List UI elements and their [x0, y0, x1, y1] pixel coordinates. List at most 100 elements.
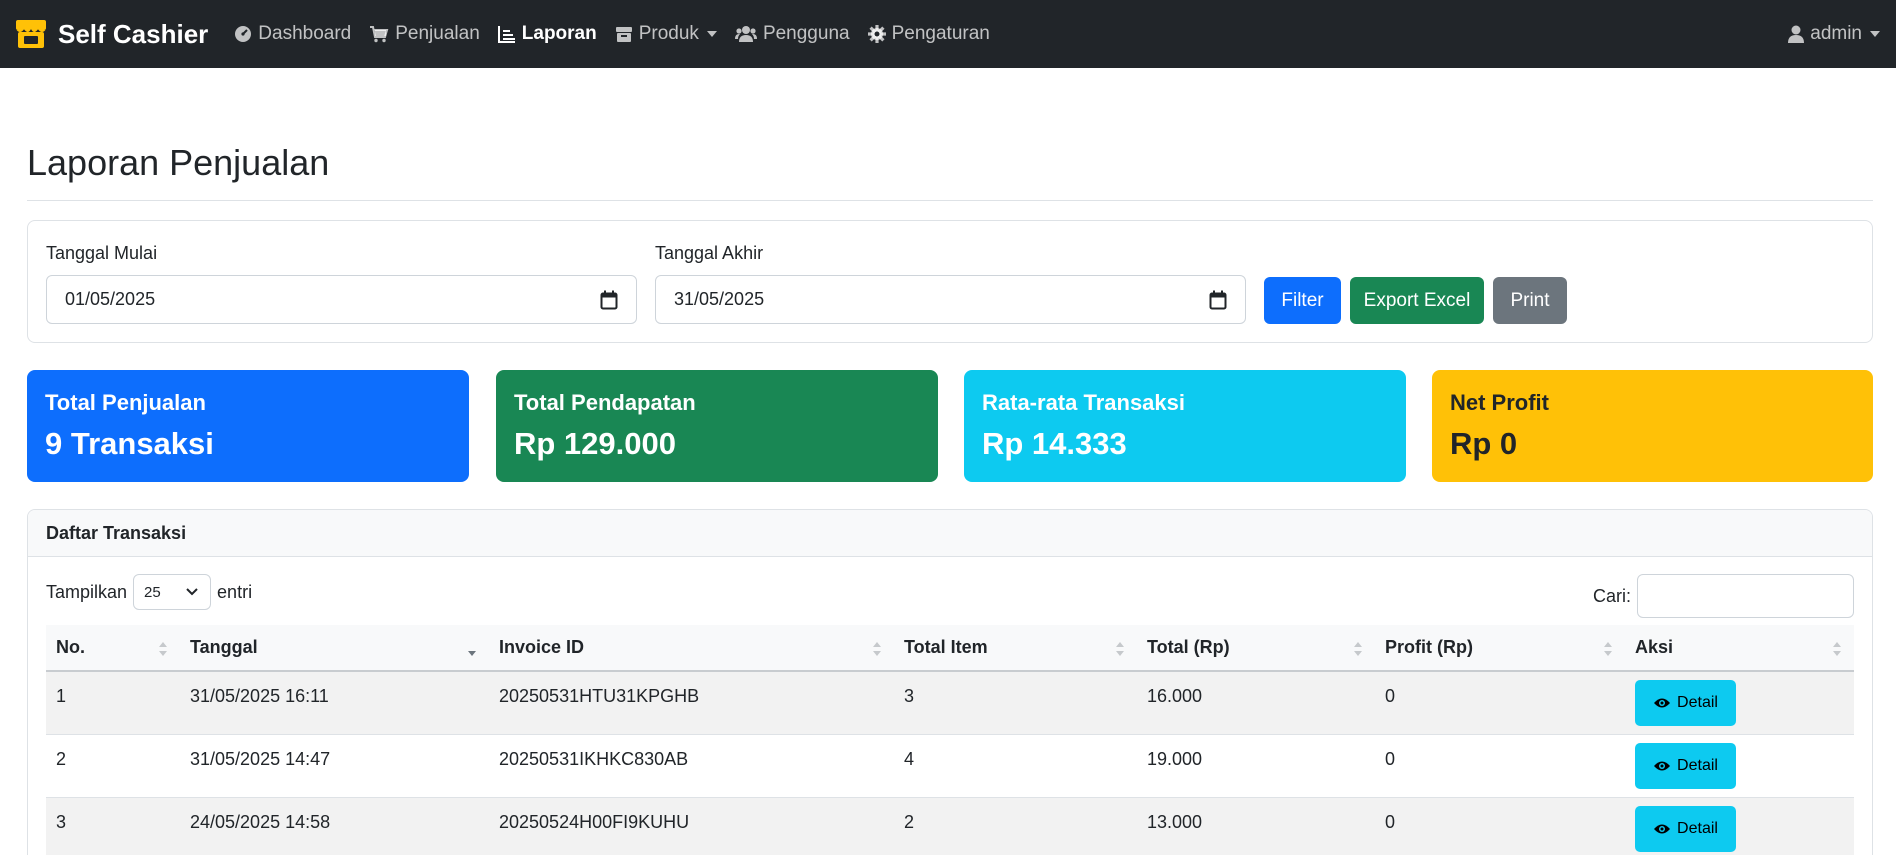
start-date-value: 01/05/2025: [65, 289, 156, 309]
gauge-icon: [235, 26, 252, 42]
table-row: 3 24/05/2025 14:58 20250524H00FI9KUHU 2 …: [46, 797, 1854, 855]
column-label: Profit (Rp): [1385, 637, 1473, 657]
table-header-row: No. Tanggal Invoice ID Total Item Total …: [46, 625, 1854, 671]
gear-icon: [867, 25, 886, 43]
filter-button[interactable]: Filter: [1264, 277, 1341, 324]
cell-invoice: 20250524H00FI9KUHU: [489, 797, 894, 855]
end-date-label: Tanggal Akhir: [655, 243, 764, 263]
cell-total: 19.000: [1137, 734, 1375, 798]
chevron-down-icon: [186, 588, 198, 596]
nav-label: Dashboard: [258, 23, 352, 44]
cell-tanggal: 31/05/2025 16:11: [180, 671, 489, 735]
cell-profit: 0: [1375, 734, 1625, 798]
stat-value: 9 Transaksi: [45, 426, 214, 461]
transactions-card-title: Daftar Transaksi: [28, 510, 1872, 557]
column-header-no[interactable]: No.: [46, 625, 180, 671]
brand[interactable]: Self Cashier: [14, 0, 208, 68]
column-header-total[interactable]: Total (Rp): [1137, 625, 1375, 671]
filter-card: Tanggal Mulai 01/05/2025 Tanggal Akhir 3…: [27, 220, 1873, 343]
detail-button[interactable]: Detail: [1635, 805, 1736, 852]
column-header-profit[interactable]: Profit (Rp): [1375, 625, 1625, 671]
cell-profit: 0: [1375, 797, 1625, 855]
stat-label: Total Penjualan: [45, 390, 206, 415]
start-date-input[interactable]: 01/05/2025: [46, 275, 637, 324]
search-label: Cari:: [1592, 585, 1631, 606]
page-length-value: 25: [144, 583, 161, 601]
cell-no: 1: [46, 671, 180, 735]
cell-tanggal: 24/05/2025 14:58: [180, 797, 489, 855]
detail-button-label: Detail: [1677, 694, 1718, 711]
stat-net-profit: Net Profit Rp 0: [1432, 370, 1873, 482]
nav-item-pengguna[interactable]: Pengguna: [734, 23, 850, 45]
chevron-down-icon: [1870, 31, 1880, 37]
nav-item-produk[interactable]: Produk: [615, 23, 717, 45]
chevron-down-icon: [706, 31, 717, 37]
nav-item-laporan[interactable]: Laporan: [497, 23, 597, 45]
column-label: No.: [56, 637, 85, 657]
cell-total: 16.000: [1137, 671, 1375, 735]
column-header-aksi[interactable]: Aksi: [1625, 625, 1854, 671]
print-button[interactable]: Print: [1493, 277, 1567, 324]
entries-label: entri: [217, 581, 253, 602]
column-header-total-item[interactable]: Total Item: [894, 625, 1137, 671]
eye-icon: [1654, 761, 1671, 770]
detail-button[interactable]: Detail: [1635, 742, 1736, 789]
sort-icon: [1116, 642, 1124, 656]
sort-icon: [873, 642, 881, 656]
nav-label: Penjualan: [395, 23, 480, 44]
nav-item-pengaturan[interactable]: Pengaturan: [867, 23, 990, 45]
cell-aksi: Detail: [1625, 734, 1854, 798]
cell-invoice: 20250531HTU31KPGHB: [489, 671, 894, 735]
end-date-value: 31/05/2025: [674, 289, 765, 309]
column-header-tanggal[interactable]: Tanggal: [180, 625, 489, 671]
transactions-card: Daftar Transaksi Tampilkan 25 entri Cari…: [27, 509, 1873, 855]
stat-label: Net Profit: [1450, 390, 1549, 415]
cell-total: 13.000: [1137, 797, 1375, 855]
sort-icon: [1604, 642, 1612, 656]
cart-icon: [370, 26, 389, 43]
stat-value: Rp 0: [1450, 426, 1518, 461]
table-row: 2 31/05/2025 14:47 20250531IKHKC830AB 4 …: [46, 734, 1854, 798]
cell-tanggal: 31/05/2025 14:47: [180, 734, 489, 798]
top-navbar: Self Cashier Dashboard Penjualan Laporan…: [0, 0, 1896, 68]
show-label: Tampilkan: [46, 581, 128, 602]
stat-rata-rata-transaksi: Rata-rata Transaksi Rp 14.333: [964, 370, 1406, 482]
stat-total-penjualan: Total Penjualan 9 Transaksi: [27, 370, 469, 482]
eye-icon: [1654, 824, 1671, 833]
chart-icon: [497, 26, 515, 43]
calendar-icon[interactable]: [600, 290, 618, 310]
sort-desc-icon: [468, 651, 476, 656]
search-input[interactable]: [1637, 574, 1854, 618]
user-menu[interactable]: admin: [1788, 0, 1880, 68]
export-excel-button[interactable]: Export Excel: [1350, 277, 1484, 324]
user-name: admin: [1810, 23, 1862, 44]
page-length-select[interactable]: 25: [133, 574, 212, 610]
transactions-table: No. Tanggal Invoice ID Total Item Total …: [46, 625, 1854, 855]
stat-value: Rp 129.000: [514, 426, 676, 461]
sort-icon: [1354, 642, 1362, 656]
column-header-invoice-id[interactable]: Invoice ID: [489, 625, 894, 671]
detail-button-label: Detail: [1677, 756, 1718, 774]
sort-icon: [1833, 642, 1841, 656]
calendar-icon[interactable]: [1209, 290, 1227, 310]
table-row: 1 31/05/2025 16:11 20250531HTU31KPGHB 3 …: [46, 671, 1854, 735]
cell-items: 3: [894, 671, 1137, 735]
stat-total-pendapatan: Total Pendapatan Rp 129.000: [496, 370, 938, 482]
cell-aksi: Detail: [1625, 671, 1854, 735]
user-icon: [1788, 25, 1805, 43]
nav-item-penjualan[interactable]: Penjualan: [369, 23, 480, 45]
nav-item-dashboard[interactable]: Dashboard: [234, 23, 351, 45]
cell-aksi: Detail: [1625, 797, 1854, 855]
table-search: Cari:: [1593, 574, 1854, 618]
column-label: Total Item: [904, 637, 988, 657]
column-label: Tanggal: [190, 637, 258, 657]
end-date-input[interactable]: 31/05/2025: [655, 275, 1246, 324]
cell-no: 3: [46, 797, 180, 855]
detail-button-label: Detail: [1677, 819, 1718, 837]
nav-label: Laporan: [521, 23, 597, 44]
detail-button[interactable]: Detail: [1635, 680, 1736, 726]
nav-menu: Dashboard Penjualan Laporan Produk Pengg…: [234, 0, 1008, 68]
brand-name: Self Cashier: [58, 18, 209, 49]
column-label: Invoice ID: [499, 637, 585, 657]
stat-label: Total Pendapatan: [514, 390, 696, 415]
